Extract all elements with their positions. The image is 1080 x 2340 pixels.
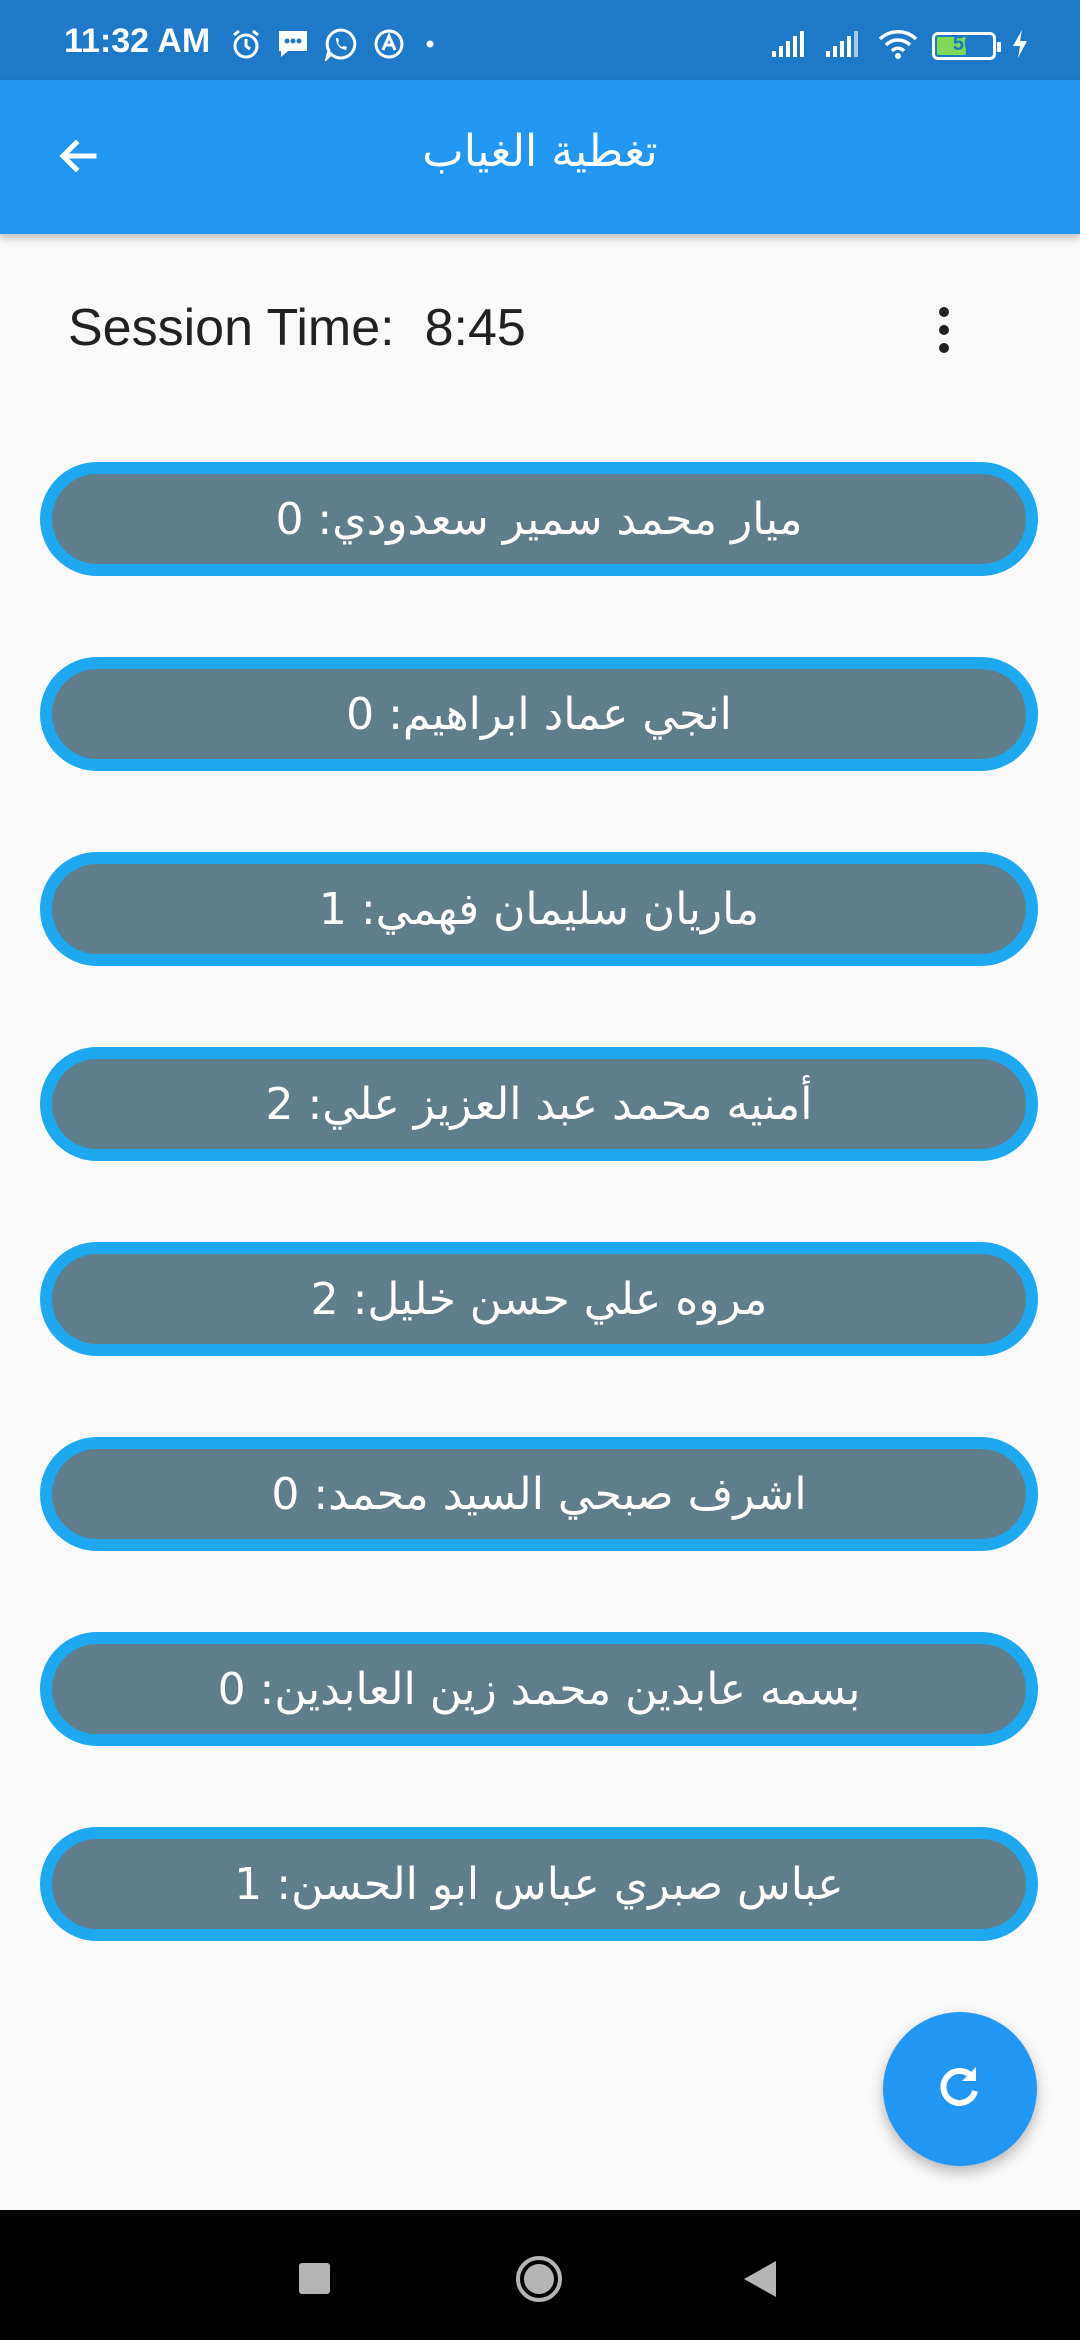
more-vert-icon [939, 307, 949, 317]
student-item-label: ماريان سليمان فهمي: 1 [318, 883, 760, 935]
session-time-value: 8:45 [424, 299, 526, 357]
status-system-icons: 50 [770, 26, 1030, 66]
status-notification-icons [230, 26, 440, 66]
student-list: ميار محمد سمير سعدودي: 0 انجي عماد ابراه… [40, 462, 1038, 2022]
system-nav-bar [0, 2210, 1080, 2340]
student-item[interactable]: اشرف صبحي السيد محمد: 0 [40, 1437, 1038, 1551]
student-item-label: عباس صبري عباس ابو الحسن: 1 [234, 1858, 844, 1910]
signal-icon-2 [824, 29, 864, 63]
student-item[interactable]: انجي عماد ابراهيم: 0 [40, 657, 1038, 771]
session-time-label: Session Time: [68, 299, 395, 357]
student-item-label: انجي عماد ابراهيم: 0 [346, 688, 732, 740]
alarm-icon [230, 28, 262, 64]
student-item-label: مروه علي حسن خليل: 2 [310, 1273, 768, 1325]
home-icon[interactable] [514, 2254, 564, 2304]
battery-level: 50 [952, 33, 976, 55]
message-icon [276, 28, 310, 64]
battery-cap [997, 42, 1001, 52]
recents-icon[interactable] [299, 2263, 330, 2294]
refresh-button[interactable] [883, 2012, 1037, 2166]
status-bar: 11:32 AM 50 [0, 0, 1080, 80]
student-item[interactable]: ميار محمد سمير سعدودي: 0 [40, 462, 1038, 576]
signal-icon [770, 29, 810, 63]
more-vert-dot [939, 343, 949, 353]
more-vert-dot [939, 325, 949, 335]
whatsapp-icon [323, 27, 358, 65]
student-item-label: ميار محمد سمير سعدودي: 0 [275, 493, 803, 545]
student-item[interactable]: بسمه عابدين محمد زين العابدين: 0 [40, 1632, 1038, 1746]
refresh-icon [932, 2059, 988, 2119]
student-item[interactable]: أمنيه محمد عبد العزيز علي: 2 [40, 1047, 1038, 1161]
student-item[interactable]: عباس صبري عباس ابو الحسن: 1 [40, 1827, 1038, 1941]
session-time: Session Time: 8:45 [68, 298, 526, 358]
student-item[interactable]: مروه علي حسن خليل: 2 [40, 1242, 1038, 1356]
charging-icon [1010, 28, 1030, 64]
app-notification-icon [372, 27, 406, 65]
wifi-icon [878, 28, 918, 64]
back-icon[interactable] [740, 2257, 780, 2301]
student-item-label: أمنيه محمد عبد العزيز علي: 2 [265, 1078, 813, 1130]
battery-icon: 50 [932, 32, 1001, 60]
status-time: 11:32 AM [64, 22, 211, 60]
dot-icon [420, 34, 440, 58]
session-row: Session Time: 8:45 [0, 290, 1080, 370]
student-item-label: بسمه عابدين محمد زين العابدين: 0 [217, 1663, 861, 1715]
app-bar: تغطية الغياب [0, 80, 1080, 234]
page-title: تغطية الغياب [422, 126, 658, 177]
student-item[interactable]: ماريان سليمان فهمي: 1 [40, 852, 1038, 966]
student-item-label: اشرف صبحي السيد محمد: 0 [271, 1468, 807, 1520]
more-options-button[interactable] [918, 300, 970, 360]
